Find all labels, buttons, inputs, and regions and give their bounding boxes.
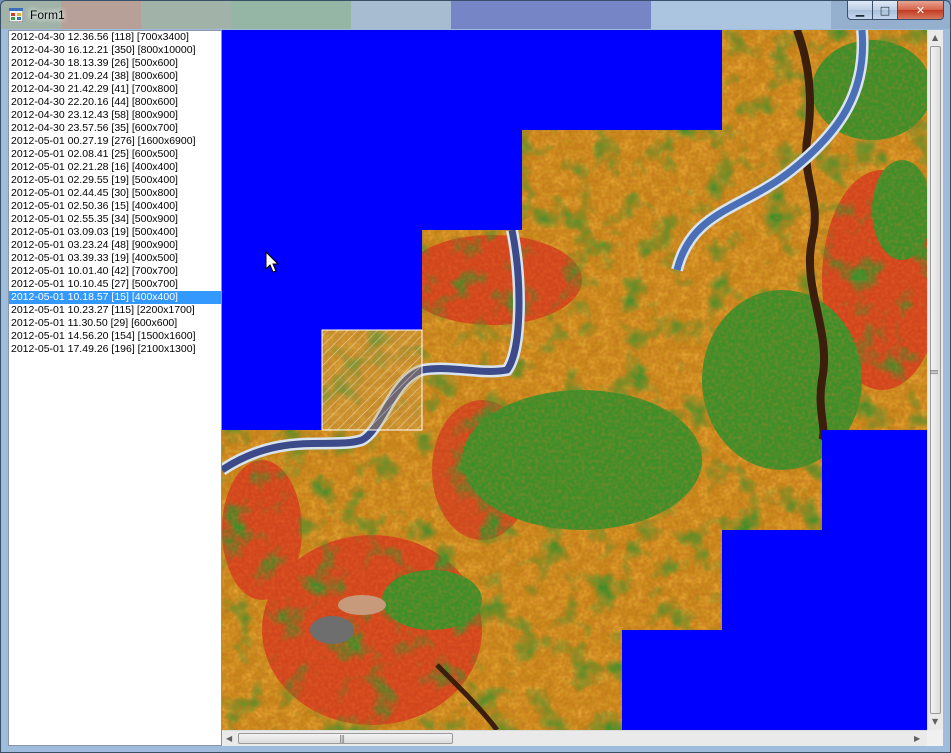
list-item[interactable]: 2012-04-30 18.13.39 [26] [500x600] — [9, 57, 221, 70]
list-item[interactable]: 2012-04-30 16.12.21 [350] [800x10000] — [9, 44, 221, 57]
selected-tile[interactable] — [321, 329, 423, 431]
list-item[interactable]: 2012-05-01 02.50.36 [15] [400x400] — [9, 200, 221, 213]
list-item[interactable]: 2012-04-30 23.57.56 [35] [600x700] — [9, 122, 221, 135]
horizontal-scrollbar[interactable]: ◀ ||| ▶ — [222, 730, 927, 746]
list-item[interactable]: 2012-05-01 02.55.35 [34] [500x900] — [9, 213, 221, 226]
app-window: Form1 ▁ □ ✕ 2012-04-30 12.36.56 [118] [7… — [0, 0, 951, 753]
vertical-scrollbar[interactable]: ▲ ||| ▼ — [927, 30, 943, 730]
map-view[interactable] — [222, 30, 927, 730]
map-canvas[interactable] — [222, 30, 927, 730]
list-item[interactable]: 2012-05-01 02.44.45 [30] [500x800] — [9, 187, 221, 200]
list-item[interactable]: 2012-05-01 03.09.03 [19] [500x400] — [9, 226, 221, 239]
close-button[interactable]: ✕ — [898, 1, 944, 20]
vertical-grip-icon: ||| — [930, 368, 940, 375]
client-area: 2012-04-30 12.36.56 [118] [700x3400] 2012… — [8, 30, 943, 746]
list-item[interactable]: 2012-05-01 10.23.27 [115] [2200x1700] — [9, 304, 221, 317]
list-item[interactable]: 2012-05-01 10.10.45 [27] [500x700] — [9, 278, 221, 291]
list-item[interactable]: 2012-04-30 12.36.56 [118] [700x3400] — [9, 31, 221, 44]
vertical-scroll-thumb[interactable]: ||| — [930, 46, 941, 714]
scrollbar-corner — [927, 730, 943, 746]
title-bar[interactable]: Form1 ▁ □ ✕ — [1, 1, 950, 29]
window-title: Form1 — [30, 8, 65, 22]
list-item[interactable]: 2012-05-01 03.39.33 [19] [400x500] — [9, 252, 221, 265]
list-item[interactable]: 2012-04-30 23.12.43 [58] [800x900] — [9, 109, 221, 122]
maximize-icon: □ — [879, 3, 891, 17]
maximize-button[interactable]: □ — [873, 1, 898, 20]
title-bar-background — [1, 1, 950, 29]
list-item[interactable]: 2012-05-01 11.30.50 [29] [600x600] — [9, 317, 221, 330]
minimize-button[interactable]: ▁ — [847, 1, 873, 20]
list-item[interactable]: 2012-05-01 17.49.26 [196] [2100x1300] — [9, 343, 221, 356]
list-item[interactable]: 2012-04-30 21.42.29 [41] [700x800] — [9, 83, 221, 96]
close-icon: ✕ — [915, 3, 926, 17]
scroll-right-icon[interactable]: ▶ — [914, 734, 920, 743]
scroll-left-icon[interactable]: ◀ — [226, 734, 232, 743]
list-item[interactable]: 2012-05-01 00.27.19 [276] [1600x6900] — [9, 135, 221, 148]
session-listbox[interactable]: 2012-04-30 12.36.56 [118] [700x3400] 2012… — [8, 30, 222, 746]
list-item[interactable]: 2012-05-01 02.08.41 [25] [600x500] — [9, 148, 221, 161]
scroll-up-icon[interactable]: ▲ — [932, 33, 938, 42]
list-item[interactable]: 2012-05-01 03.23.24 [48] [900x900] — [9, 239, 221, 252]
list-item[interactable]: 2012-05-01 10.18.57 [15] [400x400] — [9, 291, 221, 304]
list-item[interactable]: 2012-05-01 02.21.28 [16] [400x400] — [9, 161, 221, 174]
horizontal-grip-icon: ||| — [339, 734, 345, 743]
horizontal-scroll-thumb[interactable]: ||| — [238, 733, 453, 744]
minimize-icon: ▁ — [855, 3, 865, 17]
list-item[interactable]: 2012-05-01 10.01.40 [42] [700x700] — [9, 265, 221, 278]
list-item[interactable]: 2012-04-30 22.20.16 [44] [800x600] — [9, 96, 221, 109]
list-item[interactable]: 2012-04-30 21.09.24 [38] [800x600] — [9, 70, 221, 83]
scroll-down-icon[interactable]: ▼ — [932, 717, 938, 726]
list-item[interactable]: 2012-05-01 14.56.20 [154] [1500x1600] — [9, 330, 221, 343]
caption-buttons: ▁ □ ✕ — [847, 1, 944, 21]
list-item[interactable]: 2012-05-01 02.29.55 [19] [500x400] — [9, 174, 221, 187]
app-icon[interactable] — [9, 8, 23, 22]
